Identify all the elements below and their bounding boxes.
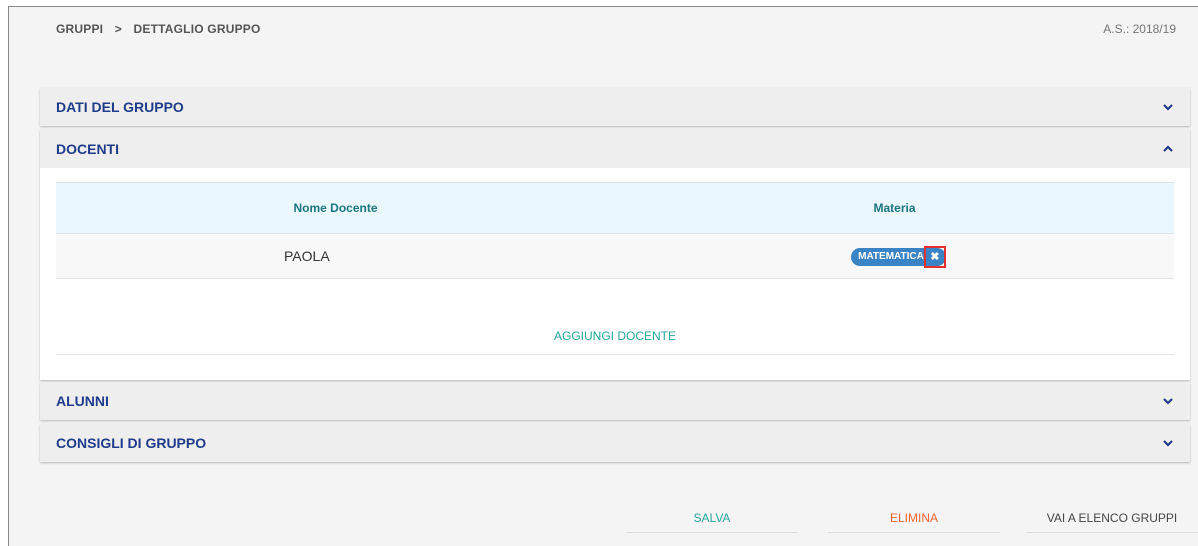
breadcrumb-root[interactable]: GRUPPI bbox=[56, 22, 103, 36]
school-year: A.S.: 2018/19 bbox=[1103, 22, 1176, 36]
table-header-row: Nome Docente Materia bbox=[56, 182, 1174, 234]
panel-header-consigli[interactable]: CONSIGLI DI GRUPPO bbox=[40, 424, 1190, 462]
breadcrumb-current: DETTAGLIO GRUPPO bbox=[133, 22, 261, 36]
close-icon[interactable]: ✖ bbox=[923, 245, 946, 268]
add-teacher-button[interactable]: AGGIUNGI DOCENTE bbox=[554, 329, 676, 343]
teacher-name: PAOLA bbox=[56, 233, 615, 279]
panel-title: DATI DEL GRUPPO bbox=[56, 99, 184, 115]
add-teacher-row: AGGIUNGI DOCENTE bbox=[56, 327, 1174, 355]
panel-dati-del-gruppo: DATI DEL GRUPPO bbox=[40, 88, 1190, 126]
panel-header-dati[interactable]: DATI DEL GRUPPO bbox=[40, 88, 1190, 126]
breadcrumb-separator: > bbox=[114, 22, 122, 36]
panel-header-docenti[interactable]: DOCENTI bbox=[40, 130, 1190, 168]
delete-button[interactable]: ELIMINA bbox=[828, 504, 1000, 533]
header-materia: Materia bbox=[615, 182, 1174, 234]
chevron-up-icon bbox=[1163, 145, 1173, 152]
subject-cell: MATEMATICA ✖ bbox=[615, 233, 1174, 279]
panel-alunni: ALUNNI bbox=[40, 382, 1190, 420]
subject-tag-label: MATEMATICA bbox=[858, 251, 924, 263]
panel-title: DOCENTI bbox=[56, 141, 119, 157]
chevron-down-icon bbox=[1163, 398, 1173, 405]
panel-header-alunni[interactable]: ALUNNI bbox=[40, 382, 1190, 420]
header-nome-docente: Nome Docente bbox=[56, 182, 615, 234]
chevron-down-icon bbox=[1163, 440, 1173, 447]
panel-title: ALUNNI bbox=[56, 393, 109, 409]
chevron-down-icon bbox=[1163, 104, 1173, 111]
save-button[interactable]: SALVA bbox=[626, 504, 798, 533]
subject-tag: MATEMATICA ✖ bbox=[851, 245, 946, 268]
panel-docenti: DOCENTI Nome Docente Materia PAOLA MATEM… bbox=[40, 130, 1190, 380]
docenti-table: Nome Docente Materia PAOLA MATEMATICA ✖ bbox=[56, 182, 1174, 279]
panel-consigli-di-gruppo: CONSIGLI DI GRUPPO bbox=[40, 424, 1190, 462]
table-row: PAOLA MATEMATICA ✖ bbox=[56, 233, 1174, 279]
breadcrumb: GRUPPI > DETTAGLIO GRUPPO bbox=[56, 22, 269, 36]
docenti-body: Nome Docente Materia PAOLA MATEMATICA ✖ bbox=[40, 168, 1190, 380]
panel-title: CONSIGLI DI GRUPPO bbox=[56, 435, 207, 451]
go-to-groups-list-button[interactable]: VAI A ELENCO GRUPPI bbox=[1026, 504, 1198, 533]
